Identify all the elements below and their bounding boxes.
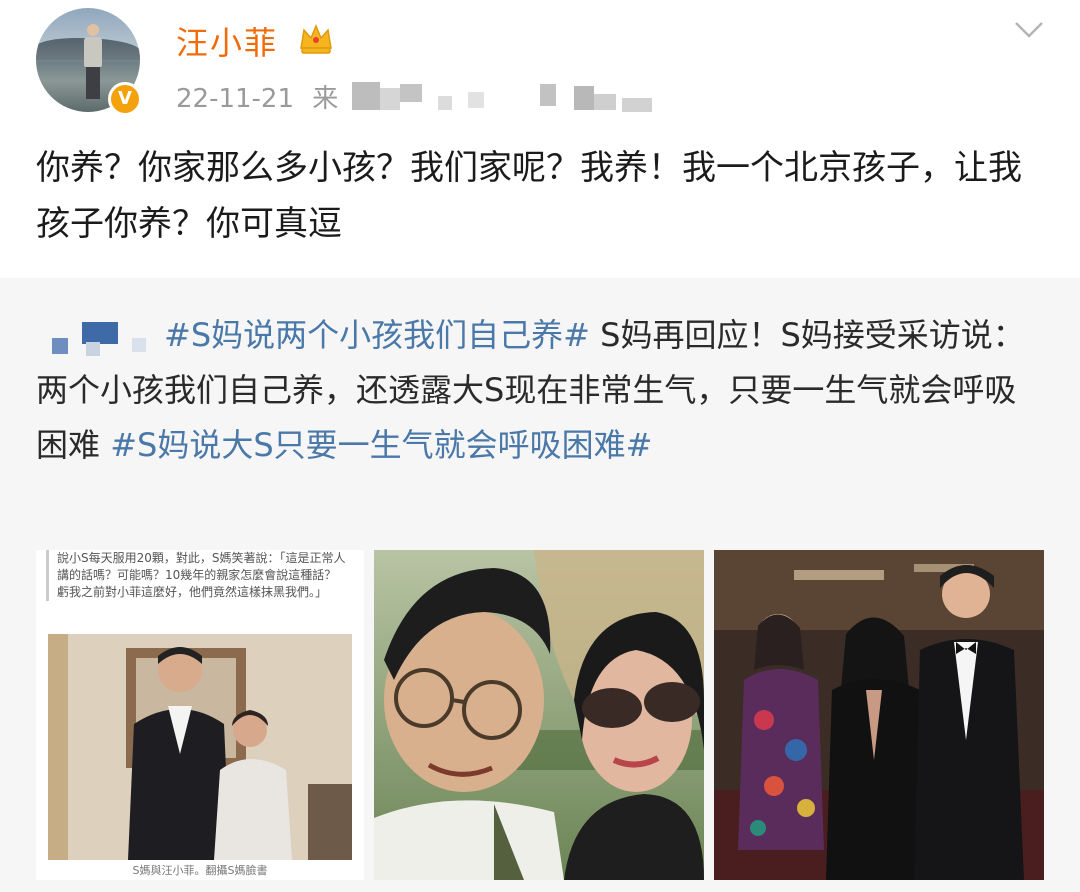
repost-text: #S妈说两个小孩我们自己养# S妈再回应！S妈接受采访说：两个小孩我们自己养，还…: [36, 308, 1046, 473]
post-source-prefix: 来: [312, 84, 339, 114]
image-thumbnail[interactable]: 說小S每天服用20顆，對此，S媽笑著說：「這是正常人講的話嗎？可能嗎？10幾年的…: [36, 550, 364, 880]
chevron-down-icon[interactable]: [1012, 12, 1046, 46]
news-caption: S媽與汪小菲。翻攝S媽臉書: [132, 864, 268, 877]
post-meta: 22-11-21 来: [176, 78, 338, 115]
username[interactable]: 汪小菲: [176, 18, 278, 64]
post-date: 22-11-21: [176, 84, 295, 114]
verified-badge-icon: V: [108, 82, 142, 116]
hashtag-link[interactable]: #S妈说两个小孩我们自己养#: [164, 316, 590, 354]
crown-icon: [300, 24, 332, 54]
hashtag-link[interactable]: #S妈说大S只要一生气就会呼吸困难#: [110, 426, 652, 464]
post-header: V 汪小菲 22-11-21 来: [0, 0, 1080, 120]
post-text: 你养？你家那么多小孩？我们家呢？我养！我一个北京孩子，让我孩子你养？你可真逗: [36, 148, 1022, 244]
news-photo: [48, 634, 352, 860]
image-thumbnail[interactable]: [714, 550, 1044, 880]
news-quote-text: 說小S每天服用20顆，對此，S媽笑著說：「這是正常人講的話嗎？可能嗎？10幾年的…: [46, 550, 346, 601]
image-thumbnail[interactable]: [374, 550, 704, 880]
